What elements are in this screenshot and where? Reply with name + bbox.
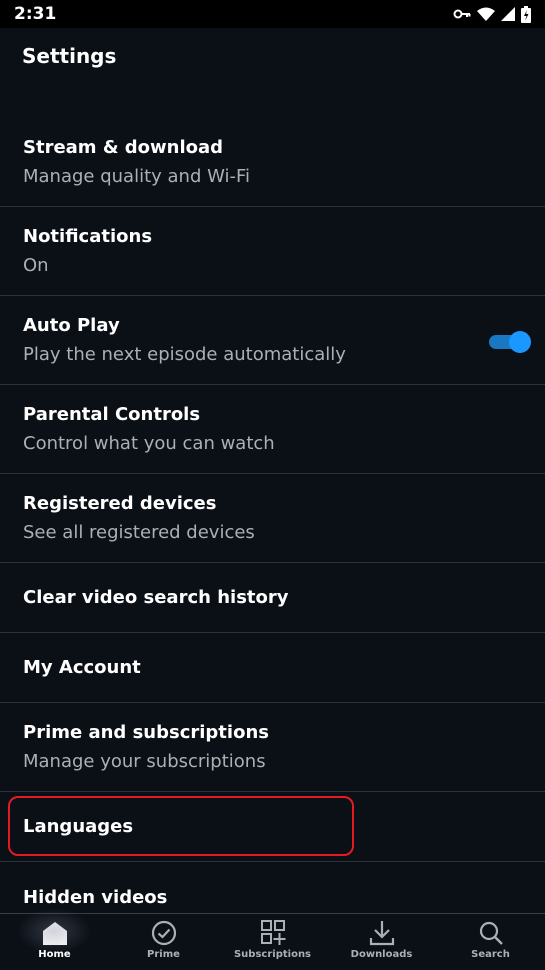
setting-subtitle: Control what you can watch [23, 433, 275, 454]
setting-subtitle: Manage your subscriptions [23, 751, 266, 772]
nav-search[interactable]: Search [436, 914, 545, 970]
page-title: Settings [22, 44, 117, 68]
setting-title: Stream & download [23, 137, 224, 158]
highlight-outline [8, 796, 354, 856]
setting-notifications[interactable]: Notifications On [0, 207, 545, 296]
setting-prime-subscriptions[interactable]: Prime and subscriptions Manage your subs… [0, 703, 545, 792]
nav-label: Subscriptions [233, 949, 312, 960]
wifi-icon [477, 7, 495, 21]
bottom-nav: Home Prime Subscriptions Downloads Searc… [0, 908, 545, 970]
setting-registered-devices[interactable]: Registered devices See all registered de… [0, 474, 545, 563]
status-icons [453, 5, 531, 23]
nav-label: Prime [147, 949, 180, 960]
setting-title: Auto Play [23, 315, 120, 336]
setting-clear-search-history[interactable]: Clear video search history [0, 563, 545, 633]
setting-subtitle: On [23, 255, 49, 276]
nav-prime[interactable]: Prime [109, 914, 218, 970]
nav-home[interactable]: Home [0, 908, 109, 970]
toggle-knob [509, 331, 531, 353]
nav-subscriptions[interactable]: Subscriptions [218, 914, 327, 970]
setting-my-account[interactable]: My Account [0, 633, 545, 703]
setting-languages[interactable]: Languages [0, 792, 545, 862]
setting-subtitle: See all registered devices [23, 522, 255, 543]
search-icon [477, 920, 505, 946]
nav-downloads[interactable]: Downloads [327, 914, 436, 970]
setting-title: Parental Controls [23, 404, 201, 425]
setting-stream-download[interactable]: Stream & download Manage quality and Wi-… [0, 118, 545, 207]
vpn-key-icon [453, 8, 471, 20]
check-circle-icon [150, 920, 178, 946]
setting-subtitle: Play the next episode automatically [23, 344, 346, 365]
auto-play-toggle[interactable] [489, 331, 531, 353]
setting-title: Clear video search history [23, 587, 289, 608]
setting-title: My Account [23, 657, 141, 678]
download-icon [368, 920, 396, 946]
nav-label: Search [471, 949, 510, 960]
setting-parental-controls[interactable]: Parental Controls Control what you can w… [0, 385, 545, 474]
status-time: 2:31 [14, 4, 57, 24]
setting-auto-play[interactable]: Auto Play Play the next episode automati… [0, 296, 545, 385]
nav-label: Home [38, 949, 71, 960]
settings-screen: Settings Stream & download Manage qualit… [0, 28, 545, 913]
signal-icon [501, 7, 515, 21]
grid-plus-icon [259, 920, 287, 946]
battery-icon [521, 5, 531, 23]
setting-title: Notifications [23, 226, 153, 247]
setting-title: Hidden videos [23, 886, 168, 908]
setting-title: Prime and subscriptions [23, 722, 269, 743]
settings-list: Stream & download Manage quality and Wi-… [0, 118, 545, 932]
setting-title: Registered devices [23, 493, 217, 514]
nav-label: Downloads [350, 949, 413, 960]
setting-subtitle: Manage quality and Wi-Fi [23, 166, 251, 187]
status-bar: 2:31 [0, 0, 545, 28]
home-icon [41, 920, 69, 946]
